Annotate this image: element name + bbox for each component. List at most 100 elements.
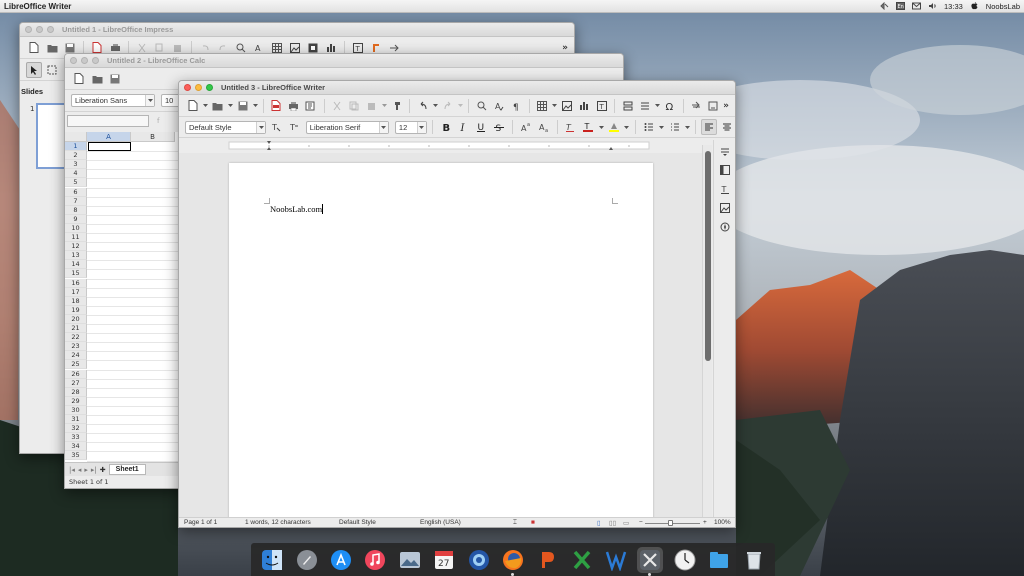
row-header[interactable]: 9: [65, 214, 87, 224]
last-sheet-arrow-icon[interactable]: ▸|: [91, 466, 97, 474]
italic-icon[interactable]: I: [455, 119, 471, 135]
row-header[interactable]: 30: [65, 405, 87, 415]
cut-icon[interactable]: [329, 98, 344, 114]
finder-icon[interactable]: [259, 547, 285, 573]
trash-icon[interactable]: [741, 547, 767, 573]
column-header[interactable]: A: [87, 132, 131, 142]
multi-page-view-icon[interactable]: ▯▯: [609, 519, 616, 527]
font-name-box[interactable]: Liberation Serif: [305, 120, 389, 134]
row-header[interactable]: 5: [65, 178, 87, 188]
mail-icon[interactable]: [912, 2, 922, 10]
subscript-icon[interactable]: Aa: [536, 119, 552, 135]
files-icon[interactable]: [706, 547, 732, 573]
text-language[interactable]: English (USA): [420, 519, 461, 526]
redo-icon[interactable]: [440, 98, 455, 114]
row-header[interactable]: 1: [65, 142, 87, 152]
close-button[interactable]: [25, 26, 32, 33]
chevron-down-icon[interactable]: [598, 119, 604, 135]
sheet-tab[interactable]: Sheet1: [108, 464, 146, 475]
chevron-down-icon[interactable]: [252, 98, 258, 114]
row-header[interactable]: 4: [65, 169, 87, 179]
zoom-out-icon[interactable]: −: [639, 519, 643, 526]
strikethrough-icon[interactable]: S: [491, 119, 507, 135]
wps-presentation-icon[interactable]: [534, 547, 560, 573]
next-sheet-arrow-icon[interactable]: ▸: [84, 466, 88, 474]
special-character-icon[interactable]: Ω: [662, 98, 677, 114]
row-header[interactable]: 15: [65, 269, 87, 279]
firefox-icon[interactable]: [500, 547, 526, 576]
active-cell[interactable]: [88, 142, 131, 151]
zoom-slider-knob[interactable]: [668, 520, 673, 526]
font-color-icon[interactable]: T: [580, 119, 596, 135]
row-header[interactable]: 25: [65, 360, 87, 370]
row-header[interactable]: 17: [65, 287, 87, 297]
bold-icon[interactable]: B: [438, 119, 454, 135]
zoom-in-icon[interactable]: +: [703, 519, 707, 526]
row-header[interactable]: 27: [65, 378, 87, 388]
row-header[interactable]: 2: [65, 151, 87, 161]
chevron-down-icon[interactable]: [378, 121, 388, 133]
styles-icon[interactable]: T: [718, 182, 732, 196]
row-header[interactable]: 34: [65, 442, 87, 452]
row-header[interactable]: 8: [65, 205, 87, 215]
open-folder-icon[interactable]: [44, 40, 60, 56]
more-tools-chevron-icon[interactable]: »: [562, 43, 568, 53]
itunes-icon[interactable]: [362, 547, 388, 573]
row-header[interactable]: 11: [65, 233, 87, 243]
chevron-down-icon[interactable]: [552, 98, 558, 114]
update-style-icon[interactable]: T: [268, 119, 284, 135]
row-header[interactable]: 7: [65, 196, 87, 206]
select-pointer-icon[interactable]: [26, 61, 42, 78]
maximize-button[interactable]: [206, 84, 213, 91]
chevron-down-icon[interactable]: [227, 98, 233, 114]
scrollbar-thumb[interactable]: [705, 151, 711, 361]
new-document-icon[interactable]: [26, 40, 42, 56]
formatting-marks-icon[interactable]: ¶: [508, 98, 523, 114]
network-icon[interactable]: [880, 2, 889, 10]
row-header[interactable]: 3: [65, 160, 87, 170]
copy-icon[interactable]: [347, 98, 362, 114]
row-header[interactable]: 12: [65, 242, 87, 252]
insert-text-box-icon[interactable]: T: [594, 98, 609, 114]
row-header[interactable]: 26: [65, 369, 87, 379]
insert-image-icon[interactable]: [560, 98, 575, 114]
paste-icon[interactable]: [364, 98, 379, 114]
row-header[interactable]: 33: [65, 433, 87, 443]
row-header[interactable]: 21: [65, 324, 87, 334]
sidebar-menu-icon[interactable]: [718, 144, 732, 158]
launchpad-icon[interactable]: [294, 547, 320, 573]
properties-icon[interactable]: [718, 163, 732, 177]
calendar-icon[interactable]: 27: [431, 547, 457, 573]
book-view-icon[interactable]: ▭: [623, 519, 629, 527]
save-icon[interactable]: [235, 98, 250, 114]
single-page-view-icon[interactable]: ▯: [597, 519, 601, 527]
chevron-down-icon[interactable]: [432, 98, 438, 114]
vertical-scrollbar[interactable]: [702, 145, 712, 519]
add-sheet-icon[interactable]: ✚: [100, 466, 106, 474]
wps-writer-icon[interactable]: [603, 547, 629, 573]
clear-formatting-icon[interactable]: T: [563, 119, 579, 135]
insert-table-icon[interactable]: [535, 98, 550, 114]
clone-formatting-icon[interactable]: [389, 98, 404, 114]
row-header[interactable]: 6: [65, 187, 87, 197]
chevron-down-icon[interactable]: [381, 98, 387, 114]
row-header[interactable]: 29: [65, 396, 87, 406]
close-button[interactable]: [184, 84, 191, 91]
first-sheet-arrow-icon[interactable]: |◂: [69, 466, 75, 474]
clock-icon[interactable]: [672, 547, 698, 573]
document-body[interactable]: NoobsLab.com: [270, 204, 324, 214]
undo-icon[interactable]: [415, 98, 430, 114]
open-folder-icon[interactable]: [89, 71, 105, 87]
chevron-down-icon[interactable]: [416, 121, 426, 133]
row-header[interactable]: 16: [65, 278, 87, 288]
new-document-icon[interactable]: [185, 98, 200, 114]
impress-titlebar[interactable]: Untitled 1 - LibreOffice Impress: [20, 23, 574, 37]
row-header[interactable]: 24: [65, 351, 87, 361]
chevron-down-icon[interactable]: [684, 119, 690, 135]
insert-field-icon[interactable]: [637, 98, 652, 114]
new-document-icon[interactable]: [71, 71, 87, 87]
maximize-button[interactable]: [47, 26, 54, 33]
page-count[interactable]: Page 1 of 1: [184, 519, 217, 526]
minimize-button[interactable]: [36, 26, 43, 33]
insert-chart-icon[interactable]: [577, 98, 592, 114]
